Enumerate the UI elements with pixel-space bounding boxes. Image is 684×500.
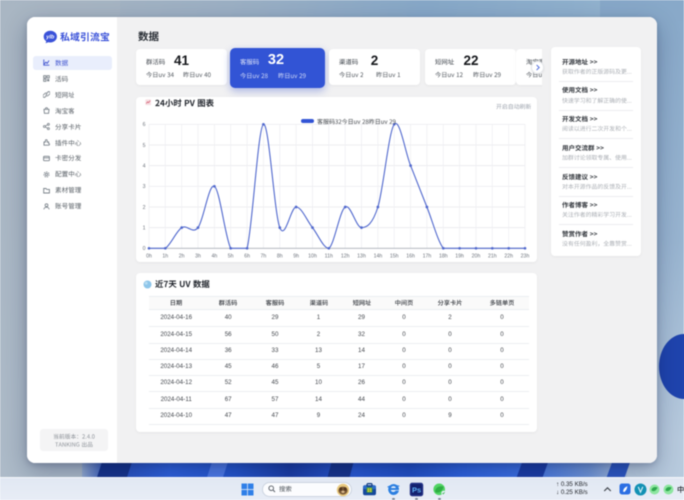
svg-text:11h: 11h xyxy=(325,253,333,259)
svg-text:2: 2 xyxy=(143,205,146,211)
svg-text:7h: 7h xyxy=(261,253,267,259)
svg-text:23h: 23h xyxy=(521,253,530,259)
svg-text:5: 5 xyxy=(143,143,146,149)
svg-text:4h: 4h xyxy=(212,253,218,259)
svg-text:8h: 8h xyxy=(277,253,283,259)
svg-text:2h: 2h xyxy=(179,253,185,259)
svg-text:10h: 10h xyxy=(308,253,317,259)
svg-text:9h: 9h xyxy=(293,253,299,259)
svg-text:6h: 6h xyxy=(244,253,250,259)
svg-text:4: 4 xyxy=(143,164,146,170)
svg-text:18h: 18h xyxy=(439,253,448,259)
svg-text:6: 6 xyxy=(143,122,146,128)
svg-text:0: 0 xyxy=(143,246,146,252)
svg-text:13h: 13h xyxy=(357,253,366,259)
svg-text:3h: 3h xyxy=(195,253,201,259)
svg-text:1: 1 xyxy=(143,226,146,232)
svg-text:1h: 1h xyxy=(162,253,168,259)
svg-text:16h: 16h xyxy=(406,253,415,259)
svg-text:15h: 15h xyxy=(390,253,399,259)
svg-text:19h: 19h xyxy=(455,253,464,259)
svg-text:14h: 14h xyxy=(374,253,383,259)
svg-text:3: 3 xyxy=(143,184,146,190)
svg-text:Ps: Ps xyxy=(412,486,421,495)
svg-text:20h: 20h xyxy=(472,253,481,259)
svg-text:0h: 0h xyxy=(146,253,152,259)
svg-text:5h: 5h xyxy=(228,253,234,259)
svg-text:12h: 12h xyxy=(341,253,350,259)
svg-text:17h: 17h xyxy=(423,253,432,259)
svg-text:21h: 21h xyxy=(488,253,497,259)
svg-text:22h: 22h xyxy=(504,253,513,259)
